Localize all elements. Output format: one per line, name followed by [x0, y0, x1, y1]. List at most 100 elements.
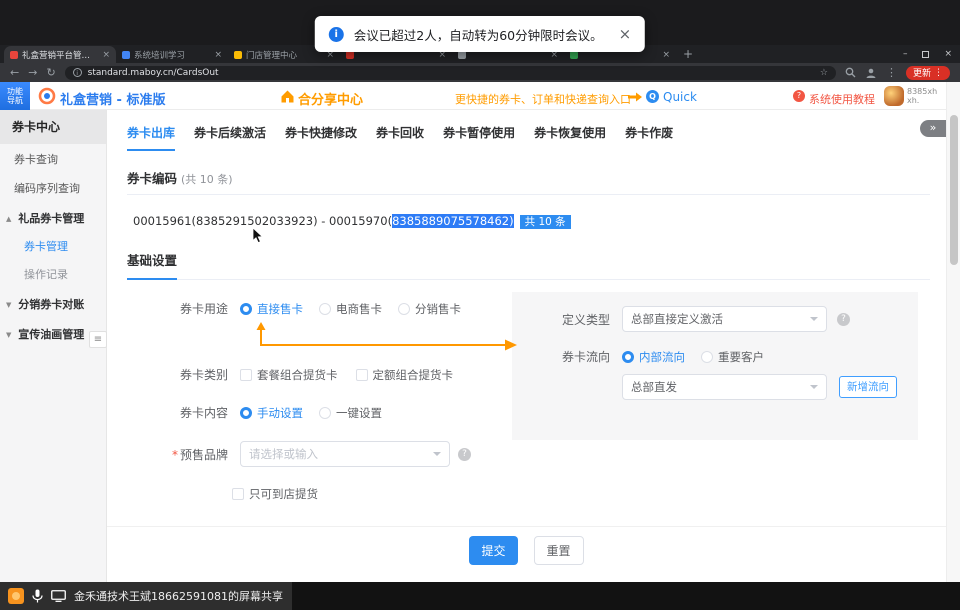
- checkbox-label: 只可到店提货: [249, 486, 318, 502]
- site-info-icon[interactable]: i: [73, 68, 82, 77]
- forward-icon[interactable]: →: [28, 67, 37, 78]
- radio-icon: [398, 303, 410, 315]
- tab-card-suspend[interactable]: 券卡暂停使用: [443, 124, 515, 151]
- sidebar-item-operation-log[interactable]: 操作记录: [0, 260, 106, 288]
- tab-card-void[interactable]: 券卡作废: [625, 124, 673, 151]
- panel-collapse-button[interactable]: »: [920, 120, 946, 137]
- chrome-update-button[interactable]: 更新 ⋮: [906, 66, 950, 80]
- radio-important-customer[interactable]: 重要客户: [701, 349, 764, 365]
- quick-q-icon[interactable]: Q: [646, 90, 659, 103]
- definition-type-row: 定义类型 总部直接定义激活 ?: [560, 306, 850, 332]
- radio-manual-setting[interactable]: 手动设置: [240, 405, 303, 421]
- sidebar-group-gift-card-mgmt[interactable]: ▲ 礼品券卡管理: [0, 202, 106, 232]
- brand-logo-icon: [38, 87, 56, 105]
- user-avatar[interactable]: [884, 86, 904, 106]
- sidebar-item-card-query[interactable]: 券卡查询: [0, 144, 106, 173]
- browser-tab-2[interactable]: 系统培训学习 ×: [116, 46, 228, 63]
- flow-select[interactable]: 总部直发: [622, 374, 827, 400]
- radio-icon: [319, 303, 331, 315]
- category-row: 券卡类别 套餐组合提货卡 定额组合提货卡: [173, 366, 471, 383]
- radio-internal-flow[interactable]: 内部流向: [622, 349, 685, 365]
- window-minimize-icon[interactable]: –: [903, 49, 908, 59]
- card-flow-label: 券卡流向: [560, 348, 610, 365]
- page-scrollbar[interactable]: [946, 82, 960, 582]
- radio-ecommerce-sale[interactable]: 电商售卡: [319, 301, 382, 317]
- sidebar-item-card-management[interactable]: 券卡管理: [0, 232, 106, 260]
- checkbox-package-combo-card[interactable]: 套餐组合提货卡: [240, 367, 338, 383]
- reset-button[interactable]: 重置: [534, 536, 584, 565]
- function-nav-button[interactable]: 功能 导航: [0, 82, 30, 110]
- window-maximize-icon[interactable]: [922, 51, 929, 58]
- tab-card-later-activate[interactable]: 券卡后续激活: [194, 124, 266, 151]
- toast-message: 会议已超过2人，自动转为60分钟限时会议。: [354, 25, 603, 44]
- share-center-link[interactable]: 合分享中心: [298, 89, 363, 108]
- definition-type-label: 定义类型: [560, 311, 610, 328]
- microphone-icon[interactable]: [32, 589, 43, 603]
- quick-link[interactable]: Quick: [663, 90, 697, 104]
- reload-icon[interactable]: ↻: [46, 67, 55, 78]
- app-header: 功能 导航 礼盒营销 - 标准版 合分享中心 更快捷的券卡、订单和快递查询入口 …: [0, 82, 946, 110]
- tab-close-icon[interactable]: ×: [214, 50, 222, 60]
- sidebar-group-distribution-reconcile[interactable]: ▼ 分销券卡对账: [0, 288, 106, 318]
- bookmark-star-icon[interactable]: ☆: [820, 68, 828, 78]
- codes-section-title: 券卡编码(共 10 条): [127, 168, 233, 187]
- definition-type-help-icon[interactable]: ?: [837, 313, 850, 326]
- definition-type-select[interactable]: 总部直接定义激活: [622, 306, 827, 332]
- browser-tab-1[interactable]: 礼盒营销平台管理中心 ×: [4, 46, 116, 63]
- card-codes-line: 00015961(8385291502033923) - 00015970(83…: [133, 214, 571, 229]
- tab-card-resume[interactable]: 券卡恢复使用: [534, 124, 606, 151]
- sidebar-group-label: 分销券卡对账: [18, 298, 84, 311]
- radio-label: 手动设置: [257, 405, 303, 421]
- tab-close-icon[interactable]: ×: [102, 50, 110, 60]
- info-icon: i: [329, 27, 344, 42]
- address-bar[interactable]: i standard.maboy.cn/CardsOut ☆: [65, 66, 836, 80]
- codes-count-badge: 共 10 条: [520, 215, 571, 229]
- radio-one-click-setting[interactable]: 一键设置: [319, 405, 382, 421]
- tab-card-outbound[interactable]: 券卡出库: [127, 124, 175, 151]
- radio-distribution-sale[interactable]: 分销售卡: [398, 301, 461, 317]
- screen-share-icon[interactable]: [51, 590, 66, 602]
- sharer-avatar: [8, 588, 24, 604]
- radio-label: 直接售卡: [257, 301, 303, 317]
- profile-icon[interactable]: [865, 67, 877, 79]
- tab-card-recycle[interactable]: 券卡回收: [376, 124, 424, 151]
- brand-help-icon[interactable]: ?: [458, 448, 471, 461]
- screen-share-bar: 金禾通技术王斌18662591081的屏幕共享: [0, 582, 960, 610]
- required-mark: *: [172, 448, 178, 462]
- tutorial-link[interactable]: 系统使用教程: [809, 91, 875, 107]
- page-viewport: 功能 导航 礼盒营销 - 标准版 合分享中心 更快捷的券卡、订单和快递查询入口 …: [0, 82, 960, 582]
- brand-select[interactable]: 请选择或输入: [240, 441, 450, 467]
- radio-direct-sale[interactable]: 直接售卡: [240, 301, 303, 317]
- tab-favicon-icon: [10, 51, 18, 59]
- codes-selected-text: 8385889075578462): [392, 214, 514, 228]
- main-content: 券卡出库 券卡后续激活 券卡快捷修改 券卡回收 券卡暂停使用 券卡恢复使用 券卡…: [107, 110, 946, 582]
- new-tab-button[interactable]: +: [680, 47, 696, 63]
- chevron-down-icon: [810, 385, 818, 393]
- share-center-icon: [280, 89, 295, 104]
- checkbox-label: 定额组合提货卡: [373, 367, 454, 383]
- tab-card-quick-edit[interactable]: 券卡快捷修改: [285, 124, 357, 151]
- tab-close-icon[interactable]: ×: [662, 50, 670, 60]
- checkbox-fixed-combo-card[interactable]: 定额组合提货卡: [356, 367, 454, 383]
- checkbox-icon: [356, 369, 368, 381]
- flow-select-value: 总部直发: [631, 379, 804, 395]
- submit-button[interactable]: 提交: [469, 536, 517, 565]
- window-close-icon[interactable]: ×: [944, 49, 952, 59]
- add-flow-button[interactable]: 新增流向: [839, 376, 897, 398]
- url-text: standard.maboy.cn/CardsOut: [88, 68, 814, 78]
- mouse-cursor: [252, 228, 264, 244]
- basic-section-title: 基础设置: [127, 250, 177, 280]
- sidebar-item-code-sequence-query[interactable]: 编码序列查询: [0, 173, 106, 202]
- radio-label: 电商售卡: [336, 301, 382, 317]
- card-flow-row: 券卡流向 内部流向 重要客户: [560, 348, 780, 365]
- scrollbar-thumb[interactable]: [950, 115, 958, 265]
- checkbox-store-pickup-only[interactable]: 只可到店提货: [232, 486, 318, 502]
- back-icon[interactable]: ←: [10, 67, 19, 78]
- search-zoom-icon[interactable]: [845, 67, 856, 78]
- tab-title: 系统培训学习: [134, 49, 210, 61]
- browser-menu-icon[interactable]: ⋮: [886, 67, 897, 78]
- basic-settings-form: 券卡用途 直接售卡 电商售卡 分销售卡: [107, 292, 946, 526]
- toast-close-icon[interactable]: ×: [619, 25, 632, 43]
- nav-box-line1: 功能: [7, 87, 23, 96]
- sidebar-collapse-toggle[interactable]: ≡: [89, 331, 107, 348]
